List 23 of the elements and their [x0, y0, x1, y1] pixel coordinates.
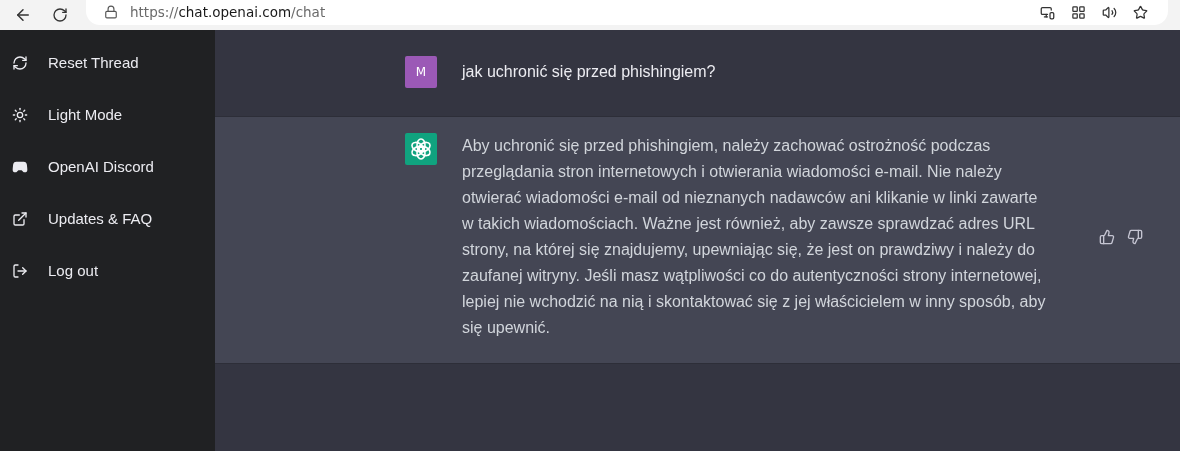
user-message: jak uchronić się przed phishingiem? [462, 62, 717, 82]
star-icon[interactable] [1133, 4, 1148, 20]
sidebar-item[interactable]: Log out [8, 248, 207, 293]
thumbs-down-icon[interactable] [1127, 229, 1143, 245]
reload-icon[interactable] [52, 7, 68, 23]
user-avatar: M [405, 56, 437, 88]
external-link-icon [12, 210, 28, 227]
sidebar-item[interactable]: OpenAI Discord [8, 144, 207, 189]
knot-logo-icon [405, 133, 437, 165]
device-icon[interactable] [1040, 4, 1055, 20]
refresh-icon [12, 54, 28, 71]
grid-icon[interactable] [1071, 4, 1086, 20]
sidebar-item[interactable]: Reset Thread [8, 40, 207, 85]
sidebar-item[interactable]: Light Mode [8, 92, 207, 137]
sidebar-item[interactable]: Updates & FAQ [8, 196, 207, 241]
address-bar[interactable]: https://chat.openai.com/chat [86, 0, 1168, 25]
sun-icon [12, 106, 28, 123]
speaker-icon[interactable] [1102, 4, 1117, 20]
url-text: https://chat.openai.com/chat [130, 4, 327, 20]
assistant-message: Aby uchronić się przed phishingiem, należy zachować ostrożność podczas przeglądania stron internetowych i otwierania wiadomości e-mail. Nie należy otwierać wiadomości e-mail od nieznanych nadawców ani klikanie w linki zawarte w takich wiadomościach. Ważne jest również, aby zawsze sprawdzać adres URL strony, na której się znajdujemy, upewniając się, że jest on prawdziwy i należy do zaufanej witryny. Jeśli masz wątpliwości co do autentyczności strony internetowej, lepiej nie wchodzić na nią i skontaktować się z jej właścicielem w inny sposób, aby się upewnić. [462, 136, 1047, 338]
lock-icon [104, 5, 118, 19]
log-out-icon [12, 262, 28, 279]
thumbs-up-icon[interactable] [1099, 229, 1115, 245]
